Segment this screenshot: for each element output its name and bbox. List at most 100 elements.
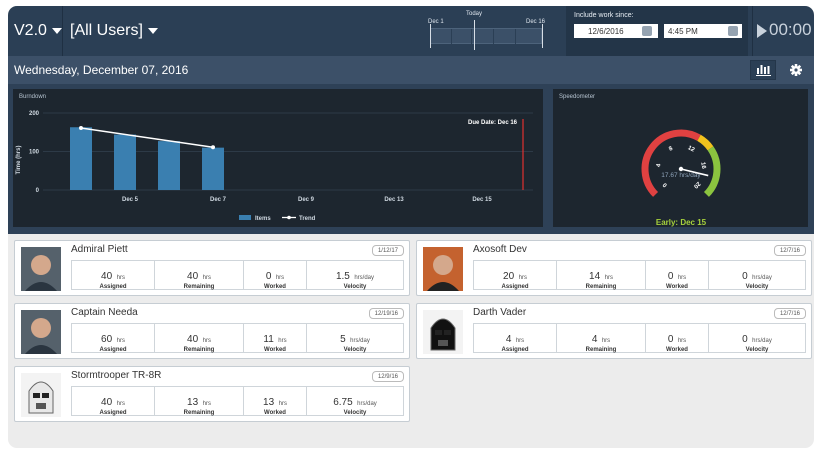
user-name[interactable]: Darth Vader <box>473 307 526 318</box>
stat-label: Velocity <box>745 347 769 353</box>
chart-toggle-button[interactable] <box>750 60 776 80</box>
user-name[interactable]: Admiral Piett <box>71 244 128 255</box>
timeline-today-marker <box>474 20 475 50</box>
legend-items-swatch <box>239 215 251 220</box>
legend-items-label: Items <box>255 216 271 222</box>
helmet-avatar <box>21 373 61 417</box>
stat-value: 11 <box>263 334 274 345</box>
user-name[interactable]: Axosoft Dev <box>473 244 527 255</box>
user-name[interactable]: Captain Needa <box>71 307 138 318</box>
user-card[interactable]: Darth Vader 12/7/16 4 hrs Assigned 4 hrs Rema… <box>416 303 812 359</box>
stat-label: Velocity <box>343 410 367 416</box>
stat-value: 0 <box>667 271 674 282</box>
bar-chart-icon <box>756 65 771 76</box>
stat-unit: hrs/day <box>752 338 772 344</box>
stat-label: Worked <box>264 347 286 353</box>
gauge-tick-label: 20 <box>692 180 701 189</box>
stat-value: 0 <box>742 334 748 345</box>
timer-value: 00:00 <box>769 20 812 39</box>
stat-value: 40 <box>101 397 113 408</box>
stat-value: 40 <box>187 334 199 345</box>
stat-value: 0 <box>265 271 272 282</box>
due-date-badge: 1/12/17 <box>371 245 404 256</box>
stat-unit: hrs <box>515 338 525 344</box>
stats-row: 40 hrs Assigned 40 hrs Remaining 0 hrs Worked… <box>71 260 404 290</box>
stat-unit: hrs <box>518 275 527 281</box>
gauge-tick-label: 12 <box>687 145 696 154</box>
timer-button[interactable]: 00:00 <box>752 6 814 56</box>
stat-value: 4 <box>591 334 598 345</box>
stat-unit: hrs <box>278 338 287 344</box>
gauge-arc <box>641 129 701 197</box>
stat-unit: hrs <box>278 401 287 407</box>
gauge-tick-label: 4 <box>656 163 663 168</box>
stat-value: 5 <box>340 334 346 345</box>
work-since-label: Include work since: <box>574 12 634 19</box>
due-date-badge: 12/19/16 <box>368 308 404 319</box>
gauge-arc <box>703 146 721 197</box>
version-dropdown[interactable]: V2.0 <box>14 22 62 40</box>
user-card[interactable]: Admiral Piett 1/12/17 40 hrs Assigned 40 hrs… <box>14 240 410 296</box>
stat-value: 60 <box>101 334 113 345</box>
stats-row: 4 hrs Assigned 4 hrs Remaining 0 hrs Worked 0 … <box>473 323 806 353</box>
stat-label: Assigned <box>99 284 127 290</box>
stat-unit: hrs/day <box>354 275 375 281</box>
early-date-label: Early: Dec 15 <box>656 218 707 227</box>
settings-button[interactable] <box>784 60 808 80</box>
stat-unit: hrs/day <box>357 401 377 407</box>
stat-value: 0 <box>742 271 748 282</box>
stat-unit: hrs <box>116 338 125 344</box>
chevron-down-icon <box>51 27 62 34</box>
user-card[interactable]: Captain Needa 12/19/16 60 hrs Assigned 40 hr… <box>14 303 410 359</box>
portrait-avatar <box>21 310 61 354</box>
stat-unit: hrs <box>601 338 611 344</box>
due-date-label: Due Date: Dec 16 <box>468 120 518 126</box>
user-name[interactable]: Stormtrooper TR-8R <box>71 370 161 381</box>
portrait-avatar <box>21 247 61 291</box>
legend-trend-label: Trend <box>299 216 316 222</box>
trend-point <box>211 145 215 150</box>
timeline[interactable]: Dec 1 Today Dec 16 <box>420 10 550 54</box>
timeline-bar <box>430 28 542 45</box>
user-card[interactable]: Stormtrooper TR-8R 12/9/16 40 hrs Assigned 1… <box>14 366 410 422</box>
x-tick-label: Dec 7 <box>210 197 227 203</box>
user-card[interactable]: Axosoft Dev 12/7/16 20 hrs Assigned 14 hrs Re… <box>416 240 812 296</box>
stat-unit: hrs <box>116 275 125 281</box>
clock-icon[interactable] <box>728 26 738 36</box>
user-filter-dropdown[interactable]: [All Users] <box>70 22 158 40</box>
x-tick-label: Dec 15 <box>472 197 492 203</box>
user-filter-label: [All Users] <box>70 22 143 39</box>
trend-point <box>79 126 83 131</box>
calendar-icon[interactable] <box>642 26 652 36</box>
stat-assigned: 40 hrs Assigned <box>72 261 155 290</box>
due-date-badge: 12/7/16 <box>773 308 806 319</box>
stat-label: Velocity <box>343 284 367 290</box>
stat-worked: 11 hrs Worked <box>244 324 307 353</box>
due-date-badge: 12/9/16 <box>371 371 404 382</box>
date-bar: Wednesday, December 07, 2016 <box>8 56 814 84</box>
stat-velocity: 5 hrs/day Velocity <box>307 324 403 353</box>
stat-worked: 0 hrs Worked <box>646 324 709 353</box>
app-window: V2.0 [All Users] Dec 1 Today Dec 16 Incl… <box>8 6 814 448</box>
divider <box>62 6 63 56</box>
gauge-hub <box>678 166 684 172</box>
stat-value: 4 <box>505 334 512 345</box>
stat-value: 0 <box>667 334 674 345</box>
work-since-panel: Include work since: <box>566 6 748 56</box>
stat-remaining: 40 hrs Remaining <box>155 324 244 353</box>
x-tick-label: Dec 9 <box>298 197 315 203</box>
burndown-bar <box>158 141 180 190</box>
stat-label: Assigned <box>501 284 529 290</box>
stat-label: Velocity <box>745 284 769 290</box>
stat-unit: hrs <box>202 275 211 281</box>
stat-velocity: 0 hrs/day Velocity <box>709 261 805 290</box>
y-tick-label: 100 <box>29 150 40 156</box>
gauge-tick-label: 8 <box>668 146 674 153</box>
trend-line <box>80 127 214 149</box>
portrait-avatar <box>423 247 463 291</box>
due-date-badge: 12/7/16 <box>773 245 806 256</box>
play-icon <box>757 23 767 38</box>
stat-label: Velocity <box>343 347 367 353</box>
burndown-panel: Burndown Time (hrs) Due Date: Dec 16 Ite… <box>13 89 543 227</box>
stat-value: 40 <box>187 271 199 282</box>
